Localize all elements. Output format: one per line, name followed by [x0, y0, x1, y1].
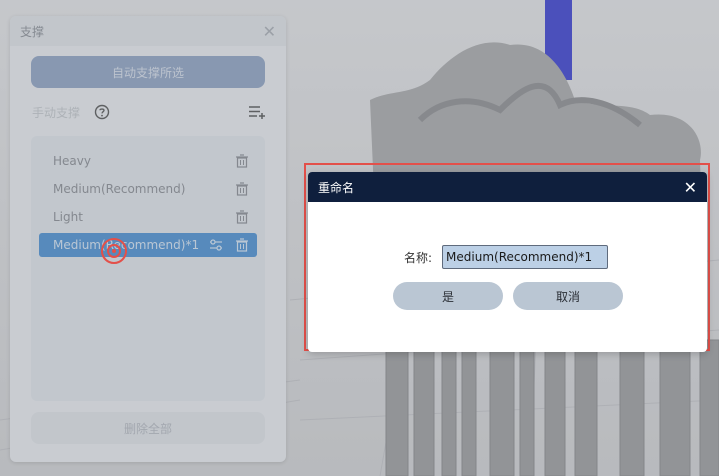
list-item-medium-recommend-1[interactable]: Medium(Recommend)*1 — [39, 233, 257, 257]
panel-header: 支撑 ✕ — [10, 16, 286, 46]
dialog-title: 重命名 — [318, 180, 355, 195]
cancel-button[interactable]: 取消 — [513, 282, 623, 310]
rename-dialog: 重命名 ✕ 名称: 是 取消 — [308, 172, 707, 352]
list-item-label: Light — [53, 210, 83, 224]
list-item-label: Heavy — [53, 154, 91, 168]
trash-icon[interactable] — [235, 182, 249, 196]
auto-support-button[interactable]: 自动支撑所选 — [31, 56, 265, 88]
manual-support-row: 手动支撑 — [32, 102, 266, 122]
dialog-button-row: 是 取消 — [393, 282, 633, 310]
support-preset-list: Heavy Medium(Recommend) Light Medium(Rec… — [31, 136, 265, 401]
name-row: 名称: — [404, 245, 609, 269]
name-input[interactable] — [442, 245, 609, 269]
delete-all-button[interactable]: 删除全部 — [31, 412, 265, 444]
help-icon[interactable] — [94, 104, 110, 120]
settings-sliders-icon[interactable] — [209, 238, 223, 252]
panel-title: 支撑 — [20, 24, 45, 39]
list-item-light[interactable]: Light — [39, 205, 257, 229]
close-icon[interactable]: ✕ — [263, 22, 276, 41]
support-panel: 支撑 ✕ 自动支撑所选 手动支撑 Heavy Medium(Recommend)… — [10, 16, 286, 462]
trash-icon[interactable] — [235, 210, 249, 224]
manual-support-label: 手动支撑 — [32, 105, 81, 120]
list-item-label: Medium(Recommend)*1 — [53, 238, 200, 252]
name-label: 名称: — [404, 250, 433, 265]
add-list-icon[interactable] — [248, 104, 266, 120]
close-icon[interactable]: ✕ — [684, 178, 697, 197]
confirm-button[interactable]: 是 — [393, 282, 503, 310]
trash-icon[interactable] — [235, 238, 249, 252]
list-item-medium-recommend[interactable]: Medium(Recommend) — [39, 177, 257, 201]
dialog-header: 重命名 ✕ — [308, 172, 707, 202]
trash-icon[interactable] — [235, 154, 249, 168]
list-item-label: Medium(Recommend) — [53, 182, 186, 196]
click-target-icon — [101, 238, 127, 264]
list-item-heavy[interactable]: Heavy — [39, 149, 257, 173]
